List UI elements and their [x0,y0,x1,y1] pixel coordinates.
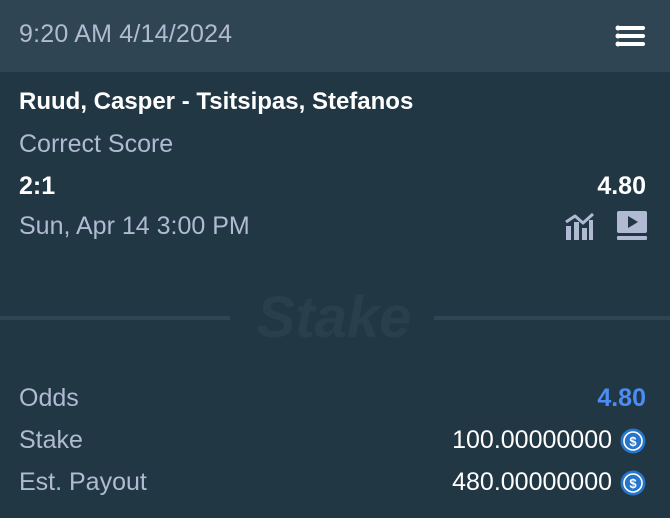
odds-value: 4.80 [597,384,646,413]
svg-text:Stake: Stake [257,285,412,350]
hamburger-menu-icon [615,25,645,47]
stake-logo: Stake [257,285,412,350]
usdc-coin-icon: $ [620,428,646,453]
selection-outcome: 2:1 [19,172,56,200]
stake-value: 100.00000000 $ [452,426,646,455]
live-stream-button[interactable] [616,209,648,243]
bet-slip-card: 9:20 AM 4/14/2024 Ruud, Casper - Tsitsip… [0,0,670,518]
stake-label: Stake [19,426,83,454]
menu-button[interactable] [612,20,650,52]
bet-slip-body: Ruud, Casper - Tsitsipas, Stefanos Corre… [0,72,670,518]
odds-label: Odds [19,384,79,412]
divider-right [434,316,670,320]
usdc-coin-icon: $ [620,470,646,495]
event-date: Sun, Apr 14 3:00 PM [19,212,250,240]
bet-datetime: 9:20 AM 4/14/2024 [19,20,233,48]
payout-value: 480.00000000 $ [452,468,646,497]
divider-left [0,316,230,320]
svg-text:$: $ [629,434,637,449]
payout-label: Est. Payout [19,468,147,496]
match-title[interactable]: Ruud, Casper - Tsitsipas, Stefanos [19,88,413,116]
market-name: Correct Score [19,130,174,158]
live-stream-icon [617,211,647,240]
payout-amount: 480.00000000 [452,468,612,496]
stats-chart-icon [565,212,595,240]
stats-button[interactable] [563,210,595,242]
stake-amount: 100.00000000 [452,426,612,454]
odds-amount: 4.80 [597,384,646,412]
svg-text:$: $ [629,476,637,491]
bet-slip-header: 9:20 AM 4/14/2024 [0,0,670,72]
selection-odds: 4.80 [597,172,646,200]
